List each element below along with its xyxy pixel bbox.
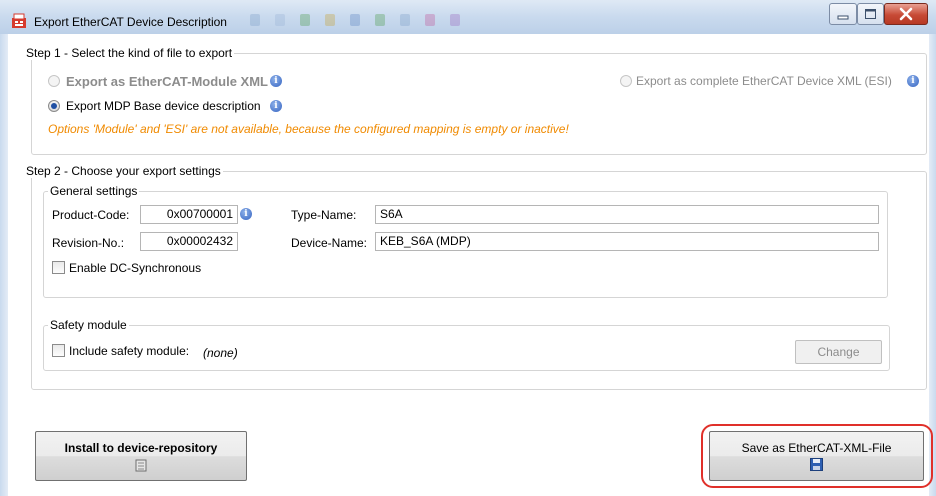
ethercat-app-icon [12, 13, 26, 28]
dc-sync-checkbox[interactable] [52, 261, 65, 274]
label-export-mdp: Export MDP Base device description [66, 99, 261, 113]
save-button-highlight [701, 424, 933, 488]
label-export-module-xml: Export as EtherCAT-Module XML [66, 74, 268, 89]
change-button[interactable]: Change [795, 340, 882, 364]
maximize-icon [865, 9, 876, 19]
safety-module-value: (none) [203, 346, 238, 360]
safety-module-legend: Safety module [48, 318, 129, 332]
close-icon [899, 7, 913, 21]
minimize-button[interactable] [829, 3, 857, 25]
include-safety-label: Include safety module: [69, 344, 190, 358]
background-toolbar-icon [325, 14, 335, 26]
radio-export-esi[interactable] [620, 75, 632, 87]
label-export-esi: Export as complete EtherCAT Device XML (… [636, 74, 892, 88]
maximize-button[interactable] [857, 3, 884, 25]
info-icon[interactable]: i [240, 208, 252, 220]
dc-sync-label: Enable DC-Synchronous [69, 261, 202, 275]
background-toolbar-icon [425, 14, 435, 26]
device-name-label: Device-Name: [291, 236, 368, 250]
background-toolbar-icon [400, 14, 410, 26]
revision-field[interactable]: 0x00002432 [140, 232, 238, 251]
step1-legend: Step 1 - Select the kind of file to expo… [24, 46, 235, 60]
install-repository-button[interactable]: Install to device-repository [35, 431, 247, 481]
background-toolbar-icon [275, 14, 285, 26]
close-button[interactable] [884, 3, 928, 25]
background-toolbar-icon [350, 14, 360, 26]
general-settings-legend: General settings [48, 184, 140, 198]
type-name-label: Type-Name: [291, 208, 357, 222]
title-bar[interactable]: Export EtherCAT Device Description [0, 0, 936, 34]
device-name-field[interactable]: KEB_S6A (MDP) [375, 232, 879, 251]
product-code-field[interactable]: 0x00700001 [140, 205, 238, 224]
background-toolbar-icon [375, 14, 385, 26]
revision-label: Revision-No.: [52, 236, 125, 250]
background-toolbar-icon [250, 14, 260, 26]
export-dialog-window: Export EtherCAT Device Description Step … [0, 0, 936, 496]
window-frame-left [0, 34, 8, 496]
radio-export-module-xml[interactable] [48, 75, 60, 87]
change-button-label: Change [817, 345, 860, 359]
radio-export-mdp[interactable] [48, 100, 60, 112]
export-warning-text: Options 'Module' and 'ESI' are not avail… [48, 122, 569, 136]
minimize-icon [837, 15, 849, 20]
repository-icon [135, 459, 147, 472]
window-frame-right [929, 34, 936, 496]
info-icon[interactable]: i [907, 75, 919, 87]
product-code-label: Product-Code: [52, 208, 130, 222]
include-safety-checkbox[interactable] [52, 344, 65, 357]
type-name-field[interactable]: S6A [375, 205, 879, 224]
install-button-label: Install to device-repository [64, 441, 218, 455]
step2-legend: Step 2 - Choose your export settings [24, 164, 223, 178]
background-toolbar-icon [450, 14, 460, 26]
info-icon[interactable]: i [270, 100, 282, 112]
info-icon[interactable]: i [270, 75, 282, 87]
background-toolbar-icon [300, 14, 310, 26]
window-title: Export EtherCAT Device Description [34, 15, 227, 29]
